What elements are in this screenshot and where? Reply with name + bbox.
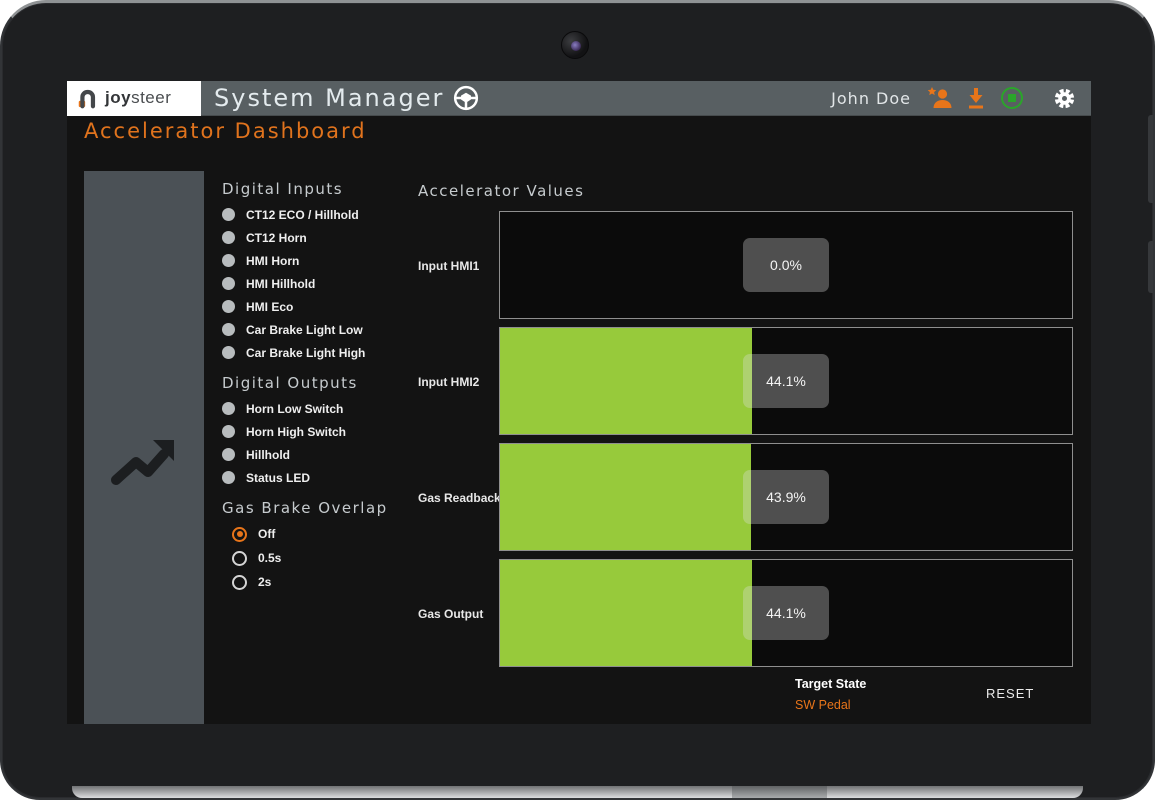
radio-option-2s[interactable]: 2s (232, 570, 271, 594)
app-bar: joysteer System Manager John Doe (67, 81, 1091, 116)
target-state-value: SW Pedal (795, 698, 866, 712)
sidebar-panel (84, 171, 204, 724)
radio-icon[interactable] (232, 551, 247, 566)
digital-input-row: HMI Horn (222, 249, 299, 272)
bar-fill (500, 444, 751, 550)
digital-input-row: Car Brake Light High (222, 341, 365, 364)
bar-track: 44.1% (499, 559, 1073, 667)
joysteer-logo-icon (76, 87, 98, 109)
digital-output-label: Hillhold (246, 448, 290, 462)
radio-label: 2s (258, 575, 271, 589)
download-icon (964, 86, 988, 110)
digital-input-label: HMI Hillhold (246, 277, 315, 291)
side-button-power (1148, 241, 1153, 293)
tablet-bottom-notch (732, 786, 827, 798)
bar-value-badge: 0.0% (743, 238, 829, 292)
gas-brake-overlap-heading: Gas Brake Overlap (222, 499, 388, 517)
camera-lens-icon (571, 41, 581, 51)
download-button[interactable] (963, 85, 989, 111)
digital-output-row: Horn Low Switch (222, 397, 343, 420)
bar-row-input-hmi2: Input HMI2 44.1% (418, 327, 1075, 437)
led-indicator-icon (222, 402, 235, 415)
led-indicator-icon (222, 277, 235, 290)
digital-output-row: Hillhold (222, 443, 290, 466)
bar-fill (500, 328, 752, 434)
led-indicator-icon (222, 300, 235, 313)
led-indicator-icon (222, 471, 235, 484)
led-indicator-icon (222, 231, 235, 244)
digital-input-label: CT12 ECO / Hillhold (246, 208, 359, 222)
accelerator-values-heading: Accelerator Values (418, 182, 584, 200)
bar-track: 0.0% (499, 211, 1073, 319)
bar-label: Input HMI1 (418, 259, 479, 273)
radio-label: 0.5s (258, 551, 281, 565)
status-dot-icon (1008, 94, 1016, 102)
bar-track: 44.1% (499, 327, 1073, 435)
led-indicator-icon (222, 323, 235, 336)
led-indicator-icon (222, 425, 235, 438)
target-state-label: Target State (795, 677, 866, 691)
led-indicator-icon (222, 254, 235, 267)
digital-output-row: Horn High Switch (222, 420, 346, 443)
joysteer-logo: joysteer (67, 81, 201, 116)
bar-label: Gas Output (418, 607, 483, 621)
led-indicator-icon (222, 346, 235, 359)
front-camera (561, 31, 589, 59)
joysteer-logo-text: joysteer (105, 88, 171, 108)
add-user-icon (927, 86, 953, 110)
steering-wheel-icon (453, 85, 479, 111)
digital-input-row: CT12 Horn (222, 226, 307, 249)
digital-output-row: Status LED (222, 466, 310, 489)
trending-up-icon[interactable] (108, 426, 180, 503)
digital-input-row: HMI Hillhold (222, 272, 315, 295)
digital-input-label: HMI Eco (246, 300, 293, 314)
digital-input-row: Car Brake Light Low (222, 318, 363, 341)
gear-icon (1052, 86, 1077, 111)
digital-input-label: CT12 Horn (246, 231, 307, 245)
settings-button[interactable] (1051, 85, 1077, 111)
status-ring-icon (1001, 87, 1023, 109)
user-name: John Doe (831, 89, 911, 108)
system-status-indicator (999, 85, 1025, 111)
logo-text-light: steer (131, 88, 171, 107)
digital-output-label: Horn Low Switch (246, 402, 343, 416)
target-state-block: Target State SW Pedal (795, 677, 866, 712)
digital-inputs-heading: Digital Inputs (222, 180, 343, 198)
digital-output-label: Status LED (246, 471, 310, 485)
digital-input-row: CT12 ECO / Hillhold (222, 203, 359, 226)
side-button-volume (1148, 115, 1153, 203)
digital-input-label: Car Brake Light High (246, 346, 365, 360)
tablet-bottom-edge (72, 786, 1083, 798)
bar-label: Input HMI2 (418, 375, 479, 389)
bar-row-gas-output: Gas Output 44.1% (418, 559, 1075, 669)
bar-value-badge: 44.1% (743, 586, 829, 640)
app-screen: joysteer System Manager John Doe (67, 81, 1091, 724)
bar-value-badge: 43.9% (743, 470, 829, 524)
bar-track: 43.9% (499, 443, 1073, 551)
radio-label: Off (258, 527, 275, 541)
page-title: Accelerator Dashboard (84, 119, 367, 143)
digital-input-label: HMI Horn (246, 254, 299, 268)
radio-icon[interactable] (232, 575, 247, 590)
reset-button[interactable]: RESET (986, 686, 1034, 701)
app-bar-right: John Doe (831, 85, 1091, 111)
radio-icon[interactable] (232, 527, 247, 542)
tablet-frame: joysteer System Manager John Doe (0, 0, 1155, 800)
digital-outputs-heading: Digital Outputs (222, 374, 358, 392)
add-user-button[interactable] (927, 85, 953, 111)
bar-fill (500, 560, 752, 666)
digital-input-label: Car Brake Light Low (246, 323, 363, 337)
led-indicator-icon (222, 448, 235, 461)
bar-row-input-hmi1: Input HMI1 0.0% (418, 211, 1075, 321)
logo-text-bold: joy (105, 88, 131, 107)
bar-value-badge: 44.1% (743, 354, 829, 408)
bar-label: Gas Readback (418, 491, 501, 505)
bar-row-gas-readback: Gas Readback 43.9% (418, 443, 1075, 553)
digital-output-label: Horn High Switch (246, 425, 346, 439)
digital-input-row: HMI Eco (222, 295, 293, 318)
led-indicator-icon (222, 208, 235, 221)
app-title: System Manager (214, 84, 444, 112)
radio-option-05s[interactable]: 0.5s (232, 546, 281, 570)
radio-option-off[interactable]: Off (232, 522, 275, 546)
